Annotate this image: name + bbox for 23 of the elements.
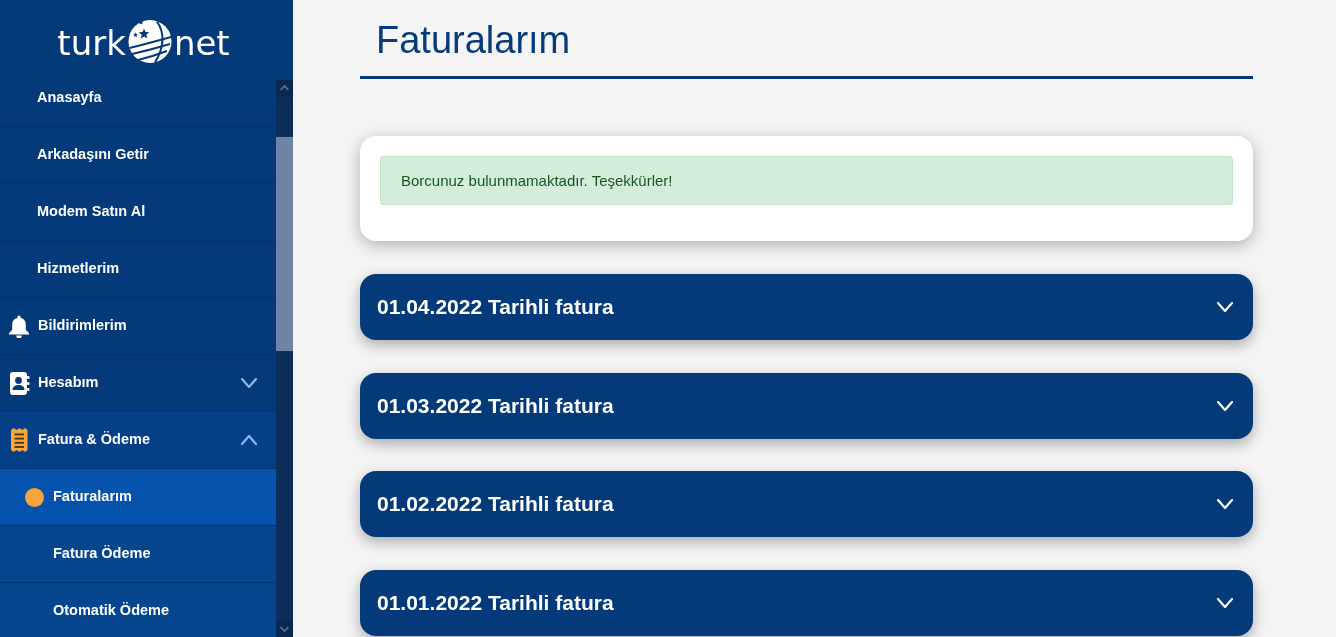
sidebar-subitem[interactable]: Otomatik Ödeme [0, 583, 276, 637]
receipt-icon [8, 428, 30, 452]
invoice-accordion-header[interactable]: 01.02.2022 Tarihli fatura [360, 471, 1253, 537]
contact-book-icon [8, 371, 30, 395]
page-title: Faturalarım [375, 18, 572, 63]
success-alert: Borcunuz bulunmamaktadır. Teşekkürler! [380, 156, 1233, 205]
invoice-accordion-header[interactable]: 01.01.2022 Tarihli fatura [360, 569, 1253, 636]
invoice-accordion-header[interactable]: 01.04.2022 Tarihli fatura [360, 274, 1253, 340]
logo-text: turk [57, 22, 126, 60]
chevron-down-icon [1217, 597, 1233, 608]
logo-text: net [173, 22, 230, 60]
bell-icon [8, 314, 30, 338]
chevron-down-icon [1217, 499, 1233, 509]
chevron-down-icon [241, 378, 257, 388]
chevron-down-icon [1217, 302, 1233, 312]
scrollbar-thumb[interactable] [276, 137, 293, 351]
invoice-accordion-header[interactable]: 01.03.2022 Tarihli fatura [360, 372, 1253, 439]
sidebar-item[interactable]: Fatura & Ödeme [0, 412, 276, 469]
active-dot-icon [25, 487, 44, 507]
chevron-down-icon [1217, 400, 1233, 411]
sidebar-subitem[interactable]: Faturalarım [0, 469, 276, 526]
sidebar-subitem[interactable]: Fatura Ödeme [0, 526, 276, 583]
chevron-up-icon [241, 435, 257, 445]
